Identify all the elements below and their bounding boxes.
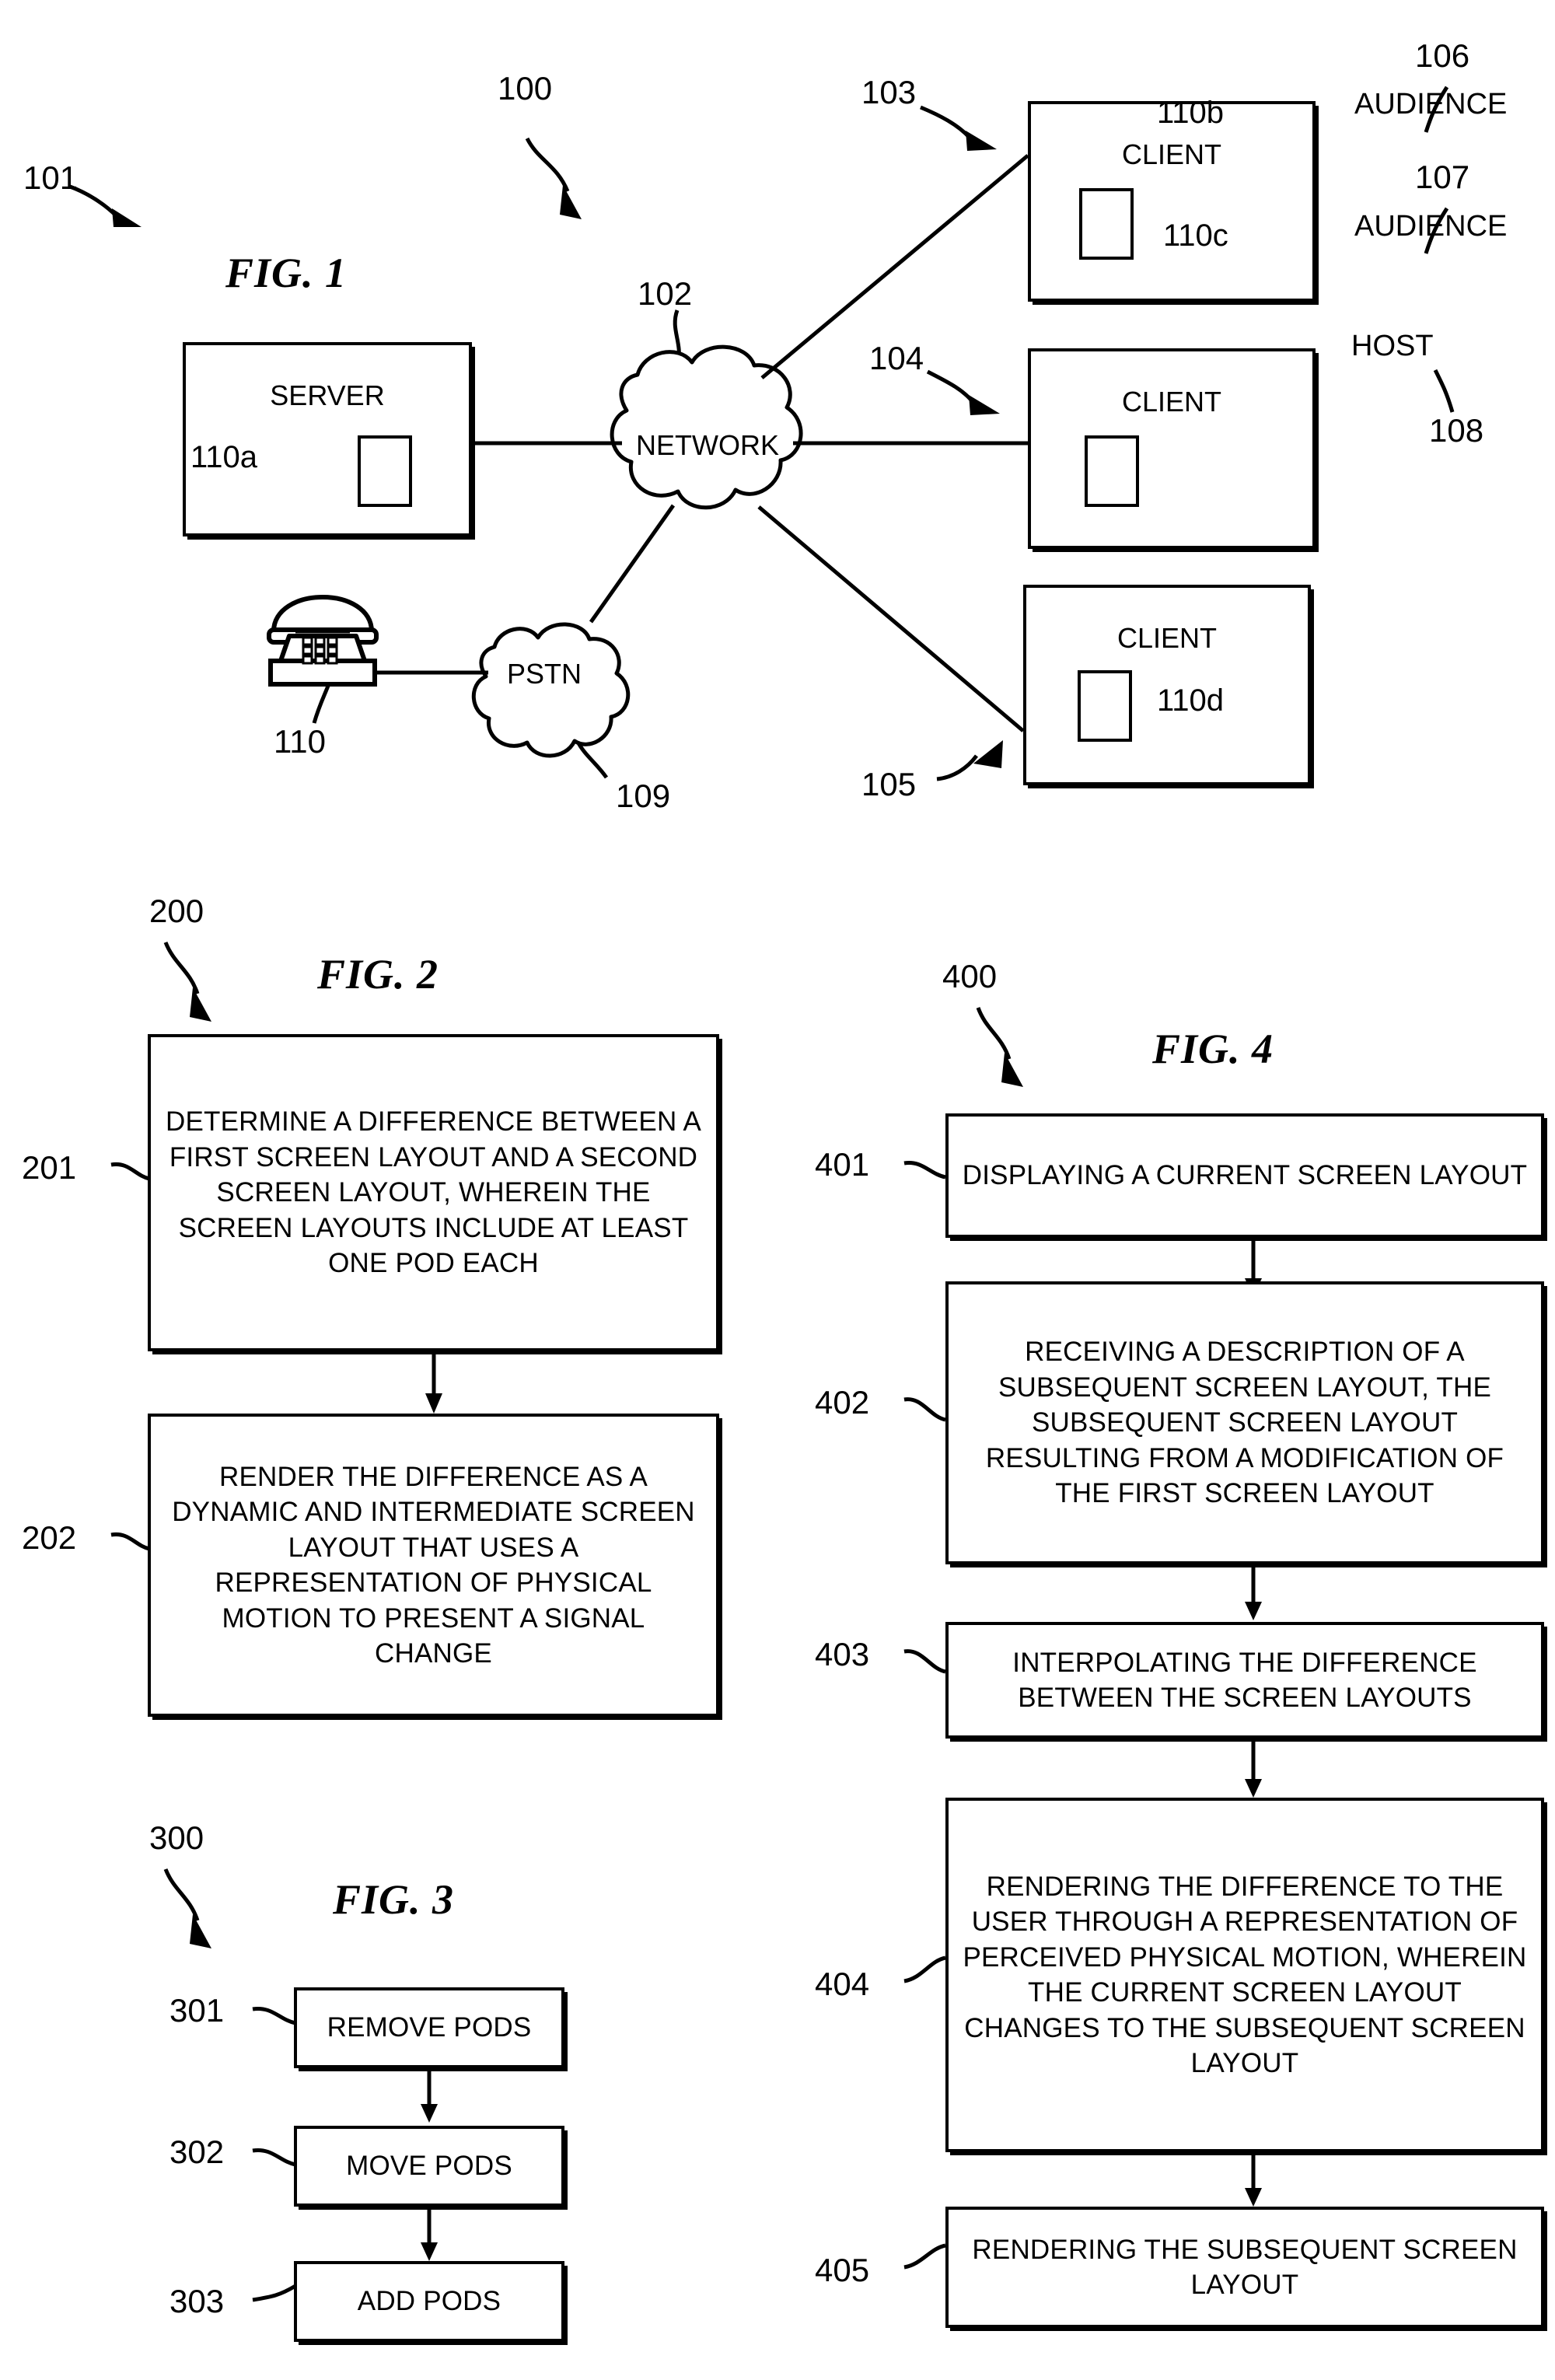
leader-104 (926, 369, 1000, 415)
ref-104: 104 (869, 340, 924, 376)
fig4-step-403-text: INTERPOLATING THE DIFFERENCE BETWEEN THE… (1012, 1647, 1477, 1714)
ref-200: 200 (149, 893, 204, 929)
ref-404: 404 (815, 1966, 870, 2002)
fig4-step-402-text: RECEIVING A DESCRIPTION OF A SUBSEQUENT … (985, 1337, 1504, 1509)
telephone-icon (267, 594, 379, 687)
leader-100 (525, 137, 582, 219)
leader-404 (903, 1955, 946, 1983)
ref-201: 201 (22, 1149, 77, 1186)
ref-401: 401 (815, 1146, 870, 1183)
ref-202: 202 (22, 1519, 77, 1556)
fig3-arrow-302-303 (421, 2207, 438, 2261)
leader-103 (920, 105, 997, 151)
fig2-step-201: DETERMINE A DIFFERENCE BETWEEN A FIRST S… (148, 1034, 719, 1351)
server-label: SERVER (270, 379, 385, 411)
drawing-sheet: FIG. 1 100 101 SERVER 110a 102 NETWORK P… (0, 0, 1555, 2380)
client-top-pod (1079, 188, 1134, 260)
fig4-step-404: RENDERING THE DIFFERENCE TO THE USER THR… (945, 1798, 1544, 2152)
fig4-arrow-403-404 (1245, 1739, 1262, 1798)
pod-tag-110b: 110b (1157, 96, 1225, 130)
fig4-arrow-402-403 (1245, 1564, 1262, 1620)
pod-tag-110d: 110d (1157, 683, 1225, 718)
role-label-audience-107: AUDIENCE (1354, 210, 1508, 243)
leader-405 (903, 2243, 946, 2270)
ref-405: 405 (815, 2252, 870, 2288)
fig4-step-401-text: DISPLAYING A CURRENT SCREEN LAYOUT (962, 1160, 1528, 1191)
fig4-step-405: RENDERING THE SUBSEQUENT SCREEN LAYOUT (945, 2207, 1544, 2328)
leader-302 (252, 2148, 296, 2167)
fig1-title: FIG. 1 (225, 250, 348, 296)
fig4-step-404-text: RENDERING THE DIFFERENCE TO THE USER THR… (963, 1871, 1527, 2079)
ref-303: 303 (169, 2283, 225, 2319)
client-mid-label: CLIENT (1121, 386, 1222, 418)
role-label-host: HOST (1351, 330, 1434, 362)
ref-301: 301 (169, 1992, 225, 2029)
client-bottom-pod (1078, 670, 1132, 742)
ref-102: 102 (638, 275, 693, 312)
ref-400: 400 (942, 958, 998, 994)
leader-201 (110, 1162, 150, 1181)
client-mid-box (1028, 348, 1316, 549)
leader-300 (163, 1868, 211, 1948)
fig3-step-303: ADD PODS (294, 2261, 564, 2342)
leader-401 (903, 1160, 946, 1180)
ref-106: 106 (1415, 37, 1470, 74)
ref-105: 105 (861, 766, 917, 802)
client-bottom-label: CLIENT (1116, 622, 1218, 654)
fig3-step-303-text: ADD PODS (357, 2286, 501, 2317)
leader-303 (252, 2284, 297, 2302)
server-pod (358, 435, 412, 507)
pod-tag-110c: 110c (1163, 218, 1228, 253)
fig2-arrow-201-202 (425, 1351, 442, 1414)
fig2-step-202-text: RENDER THE DIFFERENCE AS A DYNAMIC AND I… (172, 1461, 695, 1669)
ref-403: 403 (815, 1636, 870, 1672)
fig3-arrow-301-302 (421, 2068, 438, 2123)
leader-108 (1433, 369, 1455, 413)
network-label: NETWORK (636, 429, 779, 461)
fig2-step-201-text: DETERMINE A DIFFERENCE BETWEEN A FIRST S… (165, 1106, 701, 1279)
client-top-box (1028, 101, 1316, 302)
fig2-step-202: RENDER THE DIFFERENCE AS A DYNAMIC AND I… (148, 1414, 719, 1717)
ref-300: 300 (149, 1819, 204, 1856)
ref-107: 107 (1415, 159, 1470, 195)
fig4-arrow-404-405 (1245, 2152, 1262, 2207)
leader-301 (252, 2006, 296, 2025)
leader-105 (936, 740, 1003, 781)
client-mid-pod (1085, 435, 1139, 507)
fig4-title: FIG. 4 (1152, 1026, 1274, 1072)
leader-202 (110, 1532, 150, 1551)
fig4-step-405-text: RENDERING THE SUBSEQUENT SCREEN LAYOUT (972, 2234, 1518, 2301)
fig3-step-301: REMOVE PODS (294, 1987, 564, 2068)
fig4-step-401: DISPLAYING A CURRENT SCREEN LAYOUT (945, 1113, 1544, 1238)
fig3-step-302-text: MOVE PODS (346, 2151, 512, 2182)
ref-110: 110 (274, 723, 326, 760)
pod-tag-110a: 110a (190, 440, 258, 474)
ref-108: 108 (1429, 412, 1484, 449)
ref-402: 402 (815, 1384, 870, 1421)
leader-402 (903, 1397, 946, 1422)
ref-100: 100 (498, 70, 553, 107)
fig3-step-302: MOVE PODS (294, 2126, 564, 2207)
leader-403 (903, 1649, 946, 1674)
client-top-label: CLIENT (1121, 138, 1222, 170)
fig2-title: FIG. 2 (317, 951, 439, 998)
leader-400 (976, 1007, 1023, 1087)
fig3-step-301-text: REMOVE PODS (327, 2012, 532, 2043)
ref-103: 103 (861, 74, 917, 110)
leader-101 (69, 184, 142, 227)
server-box (183, 342, 472, 536)
fig4-step-403: INTERPOLATING THE DIFFERENCE BETWEEN THE… (945, 1622, 1544, 1739)
leader-200 (163, 942, 211, 1022)
pstn-label: PSTN (507, 658, 582, 690)
fig4-step-402: RECEIVING A DESCRIPTION OF A SUBSEQUENT … (945, 1281, 1544, 1564)
role-label-audience-106: AUDIENCE (1354, 88, 1508, 121)
ref-302: 302 (169, 2134, 225, 2170)
fig3-title: FIG. 3 (333, 1876, 455, 1923)
ref-109: 109 (616, 778, 671, 814)
ref-101: 101 (23, 159, 79, 196)
